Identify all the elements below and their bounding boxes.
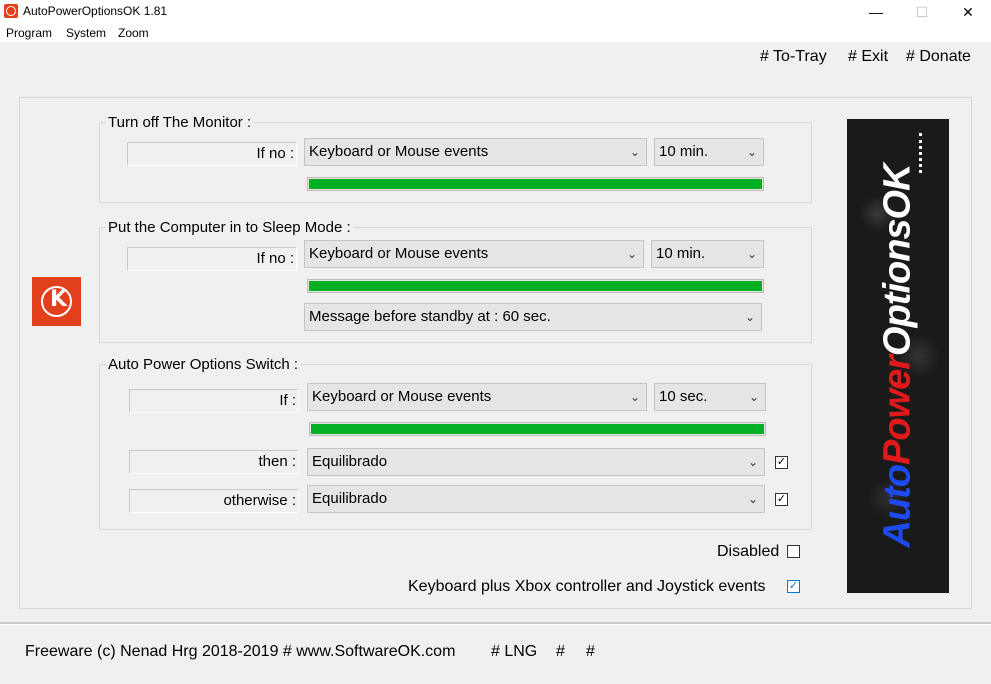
- switch-progress-bar: [309, 422, 766, 436]
- to-tray-link[interactable]: # To-Tray: [760, 48, 827, 66]
- copyright-link[interactable]: Freeware (c) Nenad Hrg 2018-2019 # www.S…: [25, 643, 455, 661]
- menu-zoom[interactable]: Zoom: [118, 26, 149, 40]
- then-power-plan-value: Equilibrado: [312, 453, 388, 470]
- xbox-events-label: Keyboard plus Xbox controller and Joysti…: [408, 578, 766, 595]
- menu-program[interactable]: Program: [6, 26, 52, 40]
- banner-part-optionsok: OptionsOK: [876, 164, 919, 356]
- switch-if-label: If :: [279, 392, 296, 409]
- otherwise-checkbox[interactable]: ✓: [775, 493, 788, 506]
- language-link[interactable]: # LNG: [491, 643, 537, 661]
- otherwise-label: otherwise :: [223, 492, 296, 509]
- chevron-down-icon: ⌄: [748, 390, 759, 404]
- disabled-checkbox[interactable]: [787, 545, 800, 558]
- status-separator: [0, 622, 991, 625]
- banner-part-auto: Auto: [876, 465, 919, 548]
- sleep-event-select[interactable]: Keyboard or Mouse events ⌄: [304, 240, 644, 268]
- chevron-down-icon: ⌄: [746, 247, 757, 261]
- monitor-event-value: Keyboard or Mouse events: [309, 143, 489, 160]
- chevron-down-icon: ⌄: [744, 310, 755, 324]
- softwareok-logo: K: [32, 277, 81, 326]
- chevron-down-icon: ⌄: [626, 247, 637, 261]
- banner-part-power: Power: [876, 355, 919, 466]
- monitor-progress-fill: [309, 179, 762, 189]
- menu-system[interactable]: System: [66, 26, 106, 40]
- minimize-button[interactable]: —: [853, 0, 899, 24]
- close-button[interactable]: ✕: [945, 0, 991, 24]
- monitor-group-label: Turn off The Monitor :: [106, 114, 254, 131]
- monitor-event-select[interactable]: Keyboard or Mouse events ⌄: [304, 138, 647, 166]
- monitor-condition-label: If no :: [256, 145, 294, 162]
- exit-link[interactable]: # Exit: [848, 48, 888, 66]
- status-hash-link-2[interactable]: #: [586, 643, 595, 661]
- monitor-progress-bar: [307, 177, 764, 191]
- chevron-down-icon: ⌄: [746, 145, 757, 159]
- switch-group-label: Auto Power Options Switch :: [106, 356, 301, 373]
- switch-event-value: Keyboard or Mouse events: [312, 388, 492, 405]
- sleep-condition-label: If no :: [256, 250, 294, 267]
- standby-message-select[interactable]: Message before standby at : 60 sec. ⌄: [304, 303, 762, 331]
- banner-text: AutoPowerOptionsOK: [877, 164, 920, 547]
- monitor-time-select[interactable]: 10 min. ⌄: [654, 138, 764, 166]
- monitor-time-value: 10 min.: [659, 143, 709, 160]
- menu-bar: Program System Zoom: [0, 24, 991, 42]
- maximize-button[interactable]: ☐: [899, 0, 945, 24]
- then-label: then :: [258, 453, 296, 470]
- otherwise-power-plan-select[interactable]: Equilibrado ⌄: [307, 485, 765, 513]
- sleep-progress-fill: [309, 281, 762, 291]
- then-power-plan-select[interactable]: Equilibrado ⌄: [307, 448, 765, 476]
- disabled-label: Disabled: [717, 543, 780, 560]
- sleep-progress-bar: [307, 279, 764, 293]
- chevron-down-icon: ⌄: [629, 390, 640, 404]
- switch-event-select[interactable]: Keyboard or Mouse events ⌄: [307, 383, 647, 411]
- banner-dots: [919, 133, 928, 173]
- standby-message-value: Message before standby at : 60 sec.: [309, 308, 551, 325]
- window-title: AutoPowerOptionsOK 1.81: [23, 4, 168, 18]
- chevron-down-icon: ⌄: [629, 145, 640, 159]
- xbox-events-checkbox[interactable]: ✓: [787, 580, 800, 593]
- title-bar: AutoPowerOptionsOK 1.81 — ☐ ✕: [0, 0, 991, 24]
- status-hash-link-1[interactable]: #: [556, 643, 565, 661]
- sleep-event-value: Keyboard or Mouse events: [309, 245, 489, 262]
- product-banner: AutoPowerOptionsOK: [847, 119, 949, 593]
- donate-link[interactable]: # Donate: [906, 48, 971, 66]
- sleep-time-select[interactable]: 10 min. ⌄: [651, 240, 764, 268]
- sleep-group-label: Put the Computer in to Sleep Mode :: [106, 219, 353, 236]
- then-checkbox[interactable]: ✓: [775, 456, 788, 469]
- otherwise-power-plan-value: Equilibrado: [312, 490, 388, 507]
- app-icon[interactable]: [4, 4, 18, 18]
- sleep-time-value: 10 min.: [656, 245, 706, 262]
- switch-time-value: 10 sec.: [659, 388, 708, 405]
- switch-time-select[interactable]: 10 sec. ⌄: [654, 383, 766, 411]
- switch-progress-fill: [311, 424, 764, 434]
- chevron-down-icon: ⌄: [747, 455, 758, 469]
- chevron-down-icon: ⌄: [747, 492, 758, 506]
